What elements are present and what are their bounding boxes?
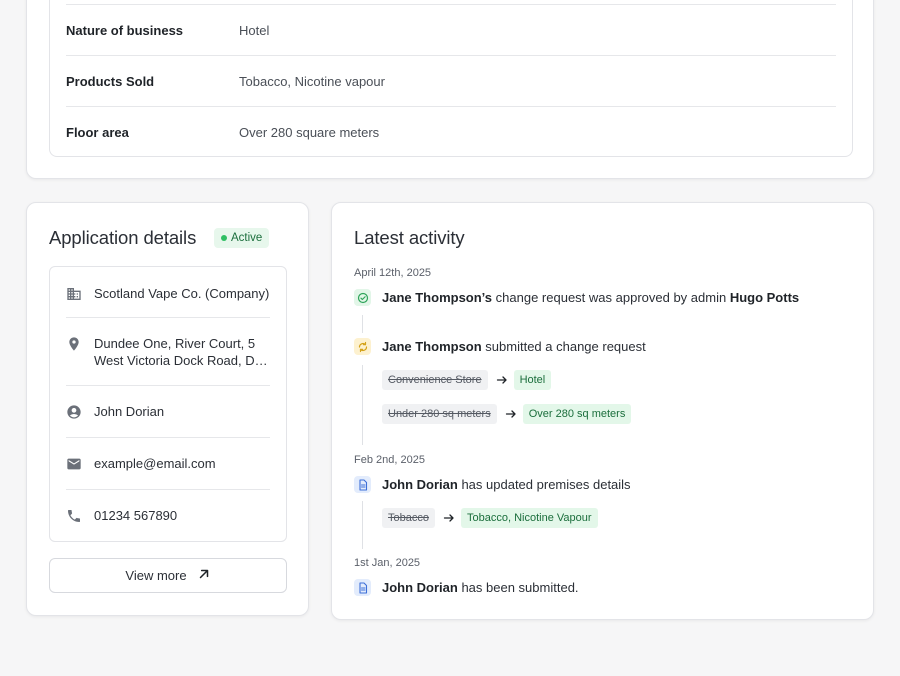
arrow-right-icon <box>443 512 455 524</box>
premises-value: Tobacco, Nicotine vapour <box>239 73 385 89</box>
email-address: example@email.com <box>94 456 216 471</box>
premises-value: Over 280 square meters <box>239 124 380 140</box>
change-row: Under 280 sq meters Over 280 sq meters <box>382 404 632 424</box>
status-label: Active <box>231 232 263 244</box>
premises-row-floor-area: Floor area Over 280 square meters <box>66 106 836 157</box>
latest-activity-title: Latest activity <box>354 227 465 248</box>
view-more-label: View more <box>125 568 187 583</box>
timeline-line <box>362 501 363 549</box>
status-badge: Active <box>214 228 270 248</box>
divider <box>66 489 270 490</box>
activity-text: submitted a change request <box>481 339 646 354</box>
activity-event-change-request: Jane Thompson submitted a change request <box>354 338 646 355</box>
divider <box>66 437 270 438</box>
application-info-list: Scotland Vape Co. (Company) Dundee One, … <box>49 266 287 542</box>
application-details-card: Application details Active Scotland Vape… <box>26 202 309 616</box>
activity-date: April 12th, 2025 <box>354 267 432 279</box>
status-dot <box>221 235 227 241</box>
change-row: Convenience Store Hotel <box>382 370 552 390</box>
view-more-button[interactable]: View more <box>49 558 287 593</box>
old-value: Tobacco <box>382 508 435 528</box>
activity-target: Hugo Potts <box>729 290 800 305</box>
activity-event-updated: John Dorian has updated premises details <box>354 476 631 493</box>
activity-date: Feb 2nd, 2025 <box>354 454 425 466</box>
arrow-up-right-icon <box>197 567 211 584</box>
email-item: example@email.com <box>66 455 270 472</box>
user-circle-icon <box>66 403 94 420</box>
premises-label: Products Sold <box>66 73 155 89</box>
address-line-2: West Victoria Dock Road, Dundee <box>94 353 270 368</box>
activity-actor: John Dorian <box>382 477 458 492</box>
application-details-title: Application details <box>49 227 197 248</box>
address-item: Dundee One, River Court, 5 West Victoria… <box>66 335 270 369</box>
new-value: Over 280 sq meters <box>522 404 632 424</box>
check-circle-icon <box>354 289 371 306</box>
premises-value: Hotel <box>239 22 270 38</box>
arrow-right-icon <box>505 408 517 420</box>
divider <box>66 317 270 318</box>
document-icon <box>354 579 371 596</box>
activity-text: has updated premises details <box>457 477 631 492</box>
building-icon <box>66 285 94 302</box>
premises-details-table: Nature of business Hotel Products Sold T… <box>49 0 853 157</box>
premises-row-nature: Nature of business Hotel <box>66 4 836 55</box>
activity-text: change request was approved by admin <box>492 290 730 305</box>
contact-item: John Dorian <box>66 403 270 420</box>
new-value: Tobacco, Nicotine Vapour <box>460 508 598 528</box>
sync-icon <box>354 338 371 355</box>
premises-label: Nature of business <box>66 22 184 38</box>
company-name: Scotland Vape Co. (Company) <box>94 286 270 301</box>
address-line-1: Dundee One, River Court, 5 <box>94 336 256 351</box>
timeline-line <box>362 315 363 333</box>
activity-actor: John Dorian <box>382 580 458 595</box>
activity-event-submitted: John Dorian has been submitted. <box>354 579 579 596</box>
phone-icon <box>66 507 94 524</box>
phone-item: 01234 567890 <box>66 507 270 524</box>
phone-number: 01234 567890 <box>94 508 178 523</box>
company-item: Scotland Vape Co. (Company) <box>66 285 270 302</box>
activity-actor: Jane Thompson <box>382 339 482 354</box>
contact-name: John Dorian <box>94 404 165 419</box>
activity-actor: Jane Thompson’s <box>382 290 493 305</box>
activity-event-approved: Jane Thompson’s change request was appro… <box>354 289 799 306</box>
new-value: Hotel <box>513 370 552 390</box>
activity-date: 1st Jan, 2025 <box>354 557 421 569</box>
latest-activity-card: Latest activity April 12th, 2025 Jane Th… <box>331 202 874 620</box>
activity-text: has been submitted. <box>457 580 579 595</box>
divider <box>66 385 270 386</box>
old-value: Convenience Store <box>382 370 488 390</box>
change-row: Tobacco Tobacco, Nicotine Vapour <box>382 508 598 528</box>
premises-details-card: Nature of business Hotel Products Sold T… <box>26 0 874 179</box>
premises-label: Floor area <box>66 124 129 140</box>
arrow-right-icon <box>496 374 508 386</box>
location-pin-icon <box>66 335 94 369</box>
mail-icon <box>66 455 94 472</box>
premises-row-products: Products Sold Tobacco, Nicotine vapour <box>66 55 836 106</box>
old-value: Under 280 sq meters <box>382 404 497 424</box>
timeline-line <box>362 365 363 445</box>
document-icon <box>354 476 371 493</box>
